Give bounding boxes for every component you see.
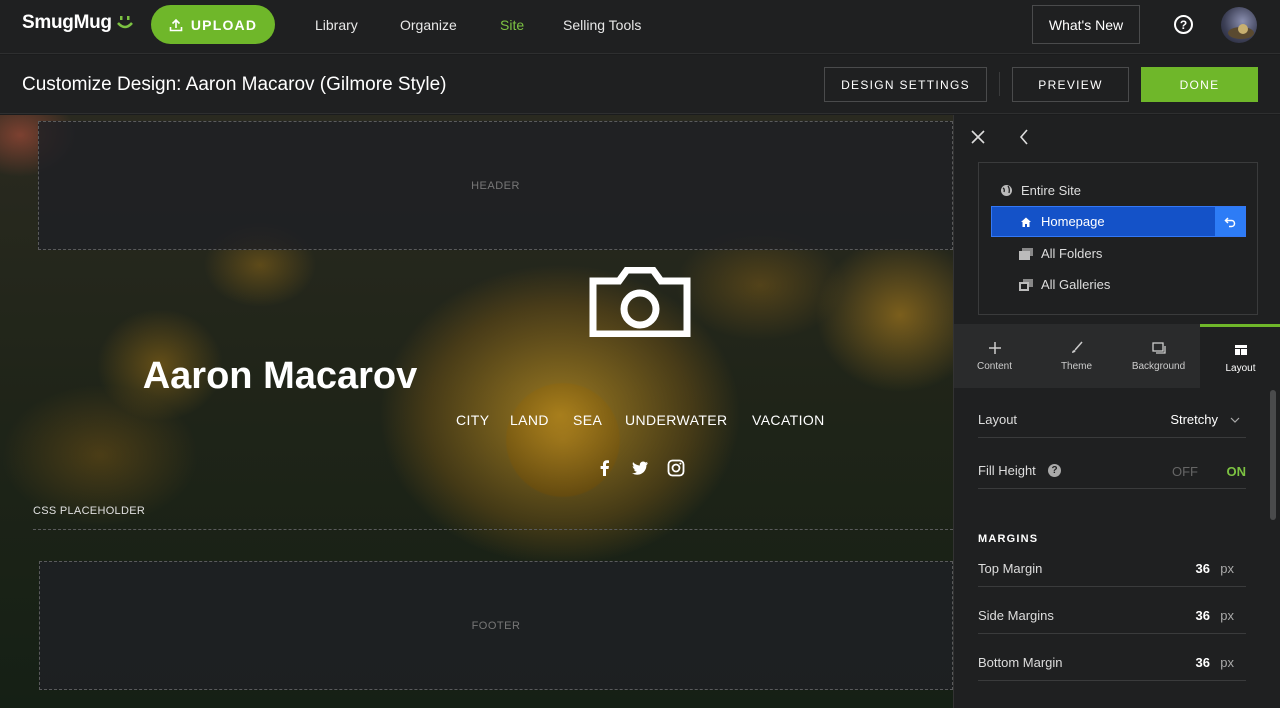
css-placeholder-divider — [33, 529, 953, 530]
layout-icon — [1234, 344, 1247, 355]
nav-site[interactable]: Site — [500, 17, 524, 33]
top-margin-row[interactable]: Top Margin 36 px — [978, 551, 1246, 587]
tab-label-content: Content — [976, 361, 1013, 372]
upload-icon — [169, 18, 183, 31]
camera-logo-icon[interactable] — [589, 267, 691, 337]
top-bar: SmugMug UPLOAD Library Organize Site Sel… — [0, 0, 1280, 54]
side-margins-label: Side Margins — [978, 608, 1054, 623]
tree-label-homepage: Homepage — [1041, 214, 1105, 229]
customize-bar: Customize Design: Aaron Macarov (Gilmore… — [0, 55, 1280, 114]
fill-height-row: Fill Height ? OFF ON — [978, 453, 1246, 489]
layout-value: Stretchy — [1170, 412, 1218, 427]
avatar-image — [1228, 24, 1254, 39]
tree-label-all-folders: All Folders — [1041, 246, 1103, 261]
nav-library[interactable]: Library — [315, 17, 358, 33]
fill-height-on[interactable]: ON — [1227, 464, 1247, 479]
tree-label-all-galleries: All Galleries — [1041, 277, 1111, 292]
tree-item-entire-site[interactable]: Entire Site — [979, 175, 1257, 206]
page-title: Customize Design: Aaron Macarov (Gilmore… — [22, 74, 447, 95]
site-nav-underwater[interactable]: UNDERWATER — [625, 412, 728, 428]
top-margin-label: Top Margin — [978, 561, 1043, 576]
smile-logo-icon — [116, 16, 133, 29]
tree-item-all-galleries[interactable]: All Galleries — [979, 269, 1257, 300]
header-zone[interactable]: HEADER — [38, 121, 953, 250]
bottom-margin-label: Bottom Margin — [978, 655, 1063, 670]
layout-label: Layout — [978, 412, 1018, 427]
site-nav-city[interactable]: CITY — [456, 412, 490, 428]
revert-icon[interactable] — [1215, 207, 1245, 236]
brush-icon — [1071, 341, 1083, 353]
site-nav-vacation[interactable]: VACATION — [752, 412, 825, 428]
site-nav-land[interactable]: LAND — [510, 412, 549, 428]
done-button[interactable]: DONE — [1141, 67, 1258, 102]
upload-label: UPLOAD — [190, 16, 258, 33]
top-margin-unit: px — [1220, 561, 1234, 576]
background-icon — [1151, 342, 1166, 354]
help-icon[interactable]: ? — [1174, 15, 1193, 34]
margins-heading: MARGINS — [978, 533, 1039, 545]
tree-item-all-folders[interactable]: All Folders — [979, 238, 1257, 269]
tree-item-homepage[interactable]: Homepage — [991, 206, 1246, 237]
tab-label-layout: Layout — [1225, 362, 1256, 374]
nav-selling-tools[interactable]: Selling Tools — [563, 17, 641, 33]
tab-theme[interactable]: Theme — [1036, 324, 1117, 388]
tab-label-theme: Theme — [1060, 361, 1093, 372]
fill-height-off[interactable]: OFF — [1172, 464, 1198, 479]
tab-content[interactable]: Content — [954, 324, 1035, 388]
logo-text: SmugMug — [22, 12, 112, 33]
site-nav-sea[interactable]: SEA — [573, 412, 602, 428]
avatar[interactable] — [1221, 7, 1257, 43]
close-icon[interactable] — [970, 129, 986, 145]
site-title[interactable]: Aaron Macarov — [0, 355, 920, 398]
info-icon[interactable]: ? — [1048, 464, 1061, 477]
upload-button[interactable]: UPLOAD — [151, 5, 275, 44]
preview-button[interactable]: PREVIEW — [1012, 67, 1129, 102]
side-margins-row[interactable]: Side Margins 36 px — [978, 598, 1246, 634]
chevron-down-icon — [1230, 417, 1240, 423]
globe-icon — [999, 184, 1013, 198]
bottom-margin-row[interactable]: Bottom Margin 36 px — [978, 645, 1246, 681]
footer-zone[interactable]: FOOTER — [39, 561, 953, 690]
bottom-margin-value[interactable]: 36 — [1196, 655, 1210, 670]
footer-label: FOOTER — [471, 619, 521, 632]
tab-background[interactable]: Background — [1118, 324, 1199, 388]
design-canvas: HEADER Aaron Macarov CITY LAND SEA UNDER… — [0, 115, 953, 708]
side-margins-value[interactable]: 36 — [1196, 608, 1210, 623]
whats-new-button[interactable]: What's New — [1032, 5, 1140, 44]
nav-organize[interactable]: Organize — [400, 17, 457, 33]
panel-tabs: Content Theme Background Layout — [954, 324, 1280, 388]
layout-select[interactable]: Layout Stretchy — [978, 402, 1246, 438]
home-icon — [1019, 215, 1033, 229]
tab-layout[interactable]: Layout — [1200, 324, 1280, 388]
gallery-stack-icon — [1019, 278, 1033, 292]
divider — [999, 72, 1000, 96]
customize-panel: Entire Site Homepage All Folders All Gal… — [953, 115, 1280, 708]
smugmug-logo[interactable]: SmugMug — [22, 12, 135, 34]
folder-stack-icon — [1019, 247, 1033, 261]
side-margins-unit: px — [1220, 608, 1234, 623]
panel-scrollbar[interactable] — [1270, 390, 1276, 520]
tree-label-entire-site: Entire Site — [1021, 183, 1081, 198]
facebook-icon[interactable] — [596, 459, 614, 477]
tab-label-background: Background — [1131, 361, 1186, 372]
twitter-icon[interactable] — [631, 459, 649, 477]
plus-icon — [988, 342, 1001, 354]
header-label: HEADER — [471, 179, 520, 192]
css-placeholder-label: CSS PLACEHOLDER — [33, 505, 146, 517]
chevron-left-icon[interactable] — [1018, 128, 1030, 146]
page-scope-tree: Entire Site Homepage All Folders All Gal… — [978, 162, 1258, 315]
top-margin-value[interactable]: 36 — [1196, 561, 1210, 576]
fill-height-label: Fill Height — [978, 463, 1036, 478]
design-settings-button[interactable]: DESIGN SETTINGS — [824, 67, 987, 102]
instagram-icon[interactable] — [667, 459, 685, 477]
bottom-margin-unit: px — [1220, 655, 1234, 670]
